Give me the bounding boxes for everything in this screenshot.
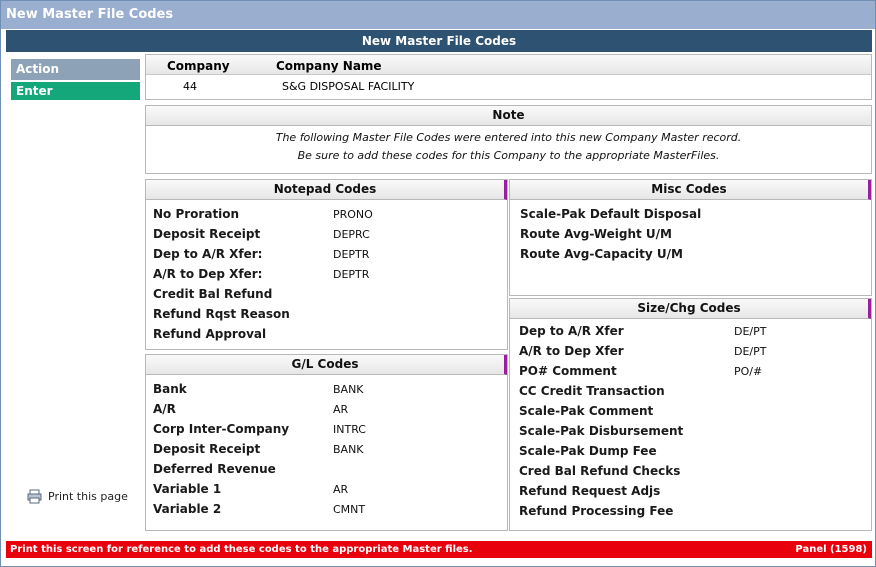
code-value: DEPRC	[333, 228, 370, 241]
note-line-2: Be sure to add these codes for this Comp…	[297, 149, 720, 162]
misc-codes-panel: Misc Codes Scale-Pak Default Disposal Ro…	[509, 179, 872, 296]
code-value: BANK	[333, 383, 364, 396]
note-line-1: The following Master File Codes were ent…	[275, 131, 742, 144]
size-code-row: CC Credit Transaction	[510, 381, 871, 401]
print-page-link[interactable]: Print this page	[27, 489, 128, 504]
company-panel: Company Company Name 44 S&G DISPOSAL FAC…	[145, 54, 872, 100]
code-label: Dep to A/R Xfer:	[153, 247, 263, 261]
code-label: Refund Processing Fee	[519, 504, 674, 518]
gl-code-row: Corp Inter-Company INTRC	[146, 419, 507, 439]
code-label: A/R to Dep Xfer:	[153, 267, 263, 281]
code-value: CMNT	[333, 503, 366, 516]
page-title: New Master File Codes	[6, 30, 872, 52]
gl-code-row: A/R AR	[146, 399, 507, 419]
code-label: Scale-Pak Comment	[519, 404, 654, 418]
status-message: Print this screen for reference to add t…	[10, 544, 473, 555]
notepad-codes-title: Notepad Codes	[146, 180, 507, 200]
notepad-code-row: Refund Approval	[146, 324, 507, 344]
size-chg-codes-panel: Size/Chg Codes Dep to A/R Xfer DE/PT A/R …	[509, 298, 872, 531]
code-value: DEPTR	[333, 248, 370, 261]
gl-code-row: Deposit Receipt BANK	[146, 439, 507, 459]
misc-code-row: Route Avg-Capacity U/M	[510, 244, 871, 264]
code-value: INTRC	[333, 423, 366, 436]
gl-codes-title: G/L Codes	[146, 355, 507, 375]
company-column-header: Company	[167, 59, 230, 73]
print-page-label: Print this page	[48, 490, 128, 503]
status-bar: Print this screen for reference to add t…	[6, 541, 872, 558]
code-label: Variable 2	[153, 502, 222, 516]
company-header-row: Company Company Name	[146, 55, 871, 75]
notepad-code-row: No Proration PRONO	[146, 204, 507, 224]
misc-code-row: Scale-Pak Default Disposal	[510, 204, 871, 224]
notepad-codes-panel: Notepad Codes No Proration PRONO Deposit …	[145, 179, 508, 350]
code-value: DE/PT	[734, 325, 767, 338]
size-code-row: Refund Processing Fee	[510, 501, 871, 521]
size-chg-codes-title: Size/Chg Codes	[510, 299, 871, 319]
company-row: 44 S&G DISPOSAL FACILITY	[146, 75, 871, 99]
code-label: Deposit Receipt	[153, 442, 261, 456]
code-label: Bank	[153, 382, 187, 396]
code-label: A/R to Dep Xfer	[519, 344, 624, 358]
size-code-row: Dep to A/R Xfer DE/PT	[510, 321, 871, 341]
gl-code-row: Bank BANK	[146, 379, 507, 399]
code-value: PO/#	[734, 365, 763, 378]
size-code-row: PO# Comment PO/#	[510, 361, 871, 381]
code-label: Refund Request Adjs	[519, 484, 661, 498]
misc-code-row: Route Avg-Weight U/M	[510, 224, 871, 244]
code-value: DE/PT	[734, 345, 767, 358]
code-label: Corp Inter-Company	[153, 422, 290, 436]
code-label: Deferred Revenue	[153, 462, 276, 476]
code-label: Scale-Pak Disbursement	[519, 424, 684, 438]
enter-button[interactable]: Enter	[11, 82, 140, 100]
notepad-code-row: A/R to Dep Xfer: DEPTR	[146, 264, 507, 284]
code-label: Deposit Receipt	[153, 227, 261, 241]
size-code-row: Scale-Pak Disbursement	[510, 421, 871, 441]
action-heading: Action	[11, 59, 140, 80]
note-panel: Note The following Master File Codes wer…	[145, 105, 872, 174]
code-label: Scale-Pak Default Disposal	[520, 207, 702, 221]
code-value: AR	[333, 483, 349, 496]
notepad-code-row: Credit Bal Refund	[146, 284, 507, 304]
misc-codes-title: Misc Codes	[510, 180, 871, 200]
window-title: New Master File Codes	[1, 1, 875, 29]
code-label: Route Avg-Capacity U/M	[520, 247, 683, 261]
size-code-row: Cred Bal Refund Checks	[510, 461, 871, 481]
code-label: Dep to A/R Xfer	[519, 324, 624, 338]
size-code-row: Scale-Pak Dump Fee	[510, 441, 871, 461]
code-label: No Proration	[153, 207, 240, 221]
gl-code-row: Variable 2 CMNT	[146, 499, 507, 519]
code-value: AR	[333, 403, 349, 416]
code-label: CC Credit Transaction	[519, 384, 665, 398]
code-label: Cred Bal Refund Checks	[519, 464, 681, 478]
notepad-code-row: Deposit Receipt DEPRC	[146, 224, 507, 244]
gl-codes-panel: G/L Codes Bank BANK A/R AR Corp Inter-Comp…	[145, 354, 508, 531]
company-name-column-header: Company Name	[276, 59, 382, 73]
size-code-row: Refund Request Adjs	[510, 481, 871, 501]
size-code-row: Scale-Pak Comment	[510, 401, 871, 421]
code-label: Route Avg-Weight U/M	[520, 227, 672, 241]
size-code-row: A/R to Dep Xfer DE/PT	[510, 341, 871, 361]
notepad-code-row: Refund Rqst Reason	[146, 304, 507, 324]
printer-icon	[27, 489, 42, 504]
code-label: Credit Bal Refund	[153, 287, 273, 301]
application-window: New Master File Codes New Master File Co…	[0, 0, 876, 567]
code-label: Scale-Pak Dump Fee	[519, 444, 657, 458]
code-value: BANK	[333, 443, 364, 456]
code-value: PRONO	[333, 208, 373, 221]
code-label: Refund Approval	[153, 327, 267, 341]
notepad-code-row: Dep to A/R Xfer: DEPTR	[146, 244, 507, 264]
company-number: 44	[183, 80, 197, 93]
gl-code-row: Deferred Revenue	[146, 459, 507, 479]
code-label: Variable 1	[153, 482, 222, 496]
code-label: Refund Rqst Reason	[153, 307, 290, 321]
code-value: DEPTR	[333, 268, 370, 281]
code-label: A/R	[153, 402, 176, 416]
company-name: S&G DISPOSAL FACILITY	[282, 80, 415, 93]
gl-code-row: Variable 1 AR	[146, 479, 507, 499]
code-label: PO# Comment	[519, 364, 617, 378]
panel-id: Panel (1598)	[795, 544, 867, 555]
note-title: Note	[146, 106, 871, 126]
